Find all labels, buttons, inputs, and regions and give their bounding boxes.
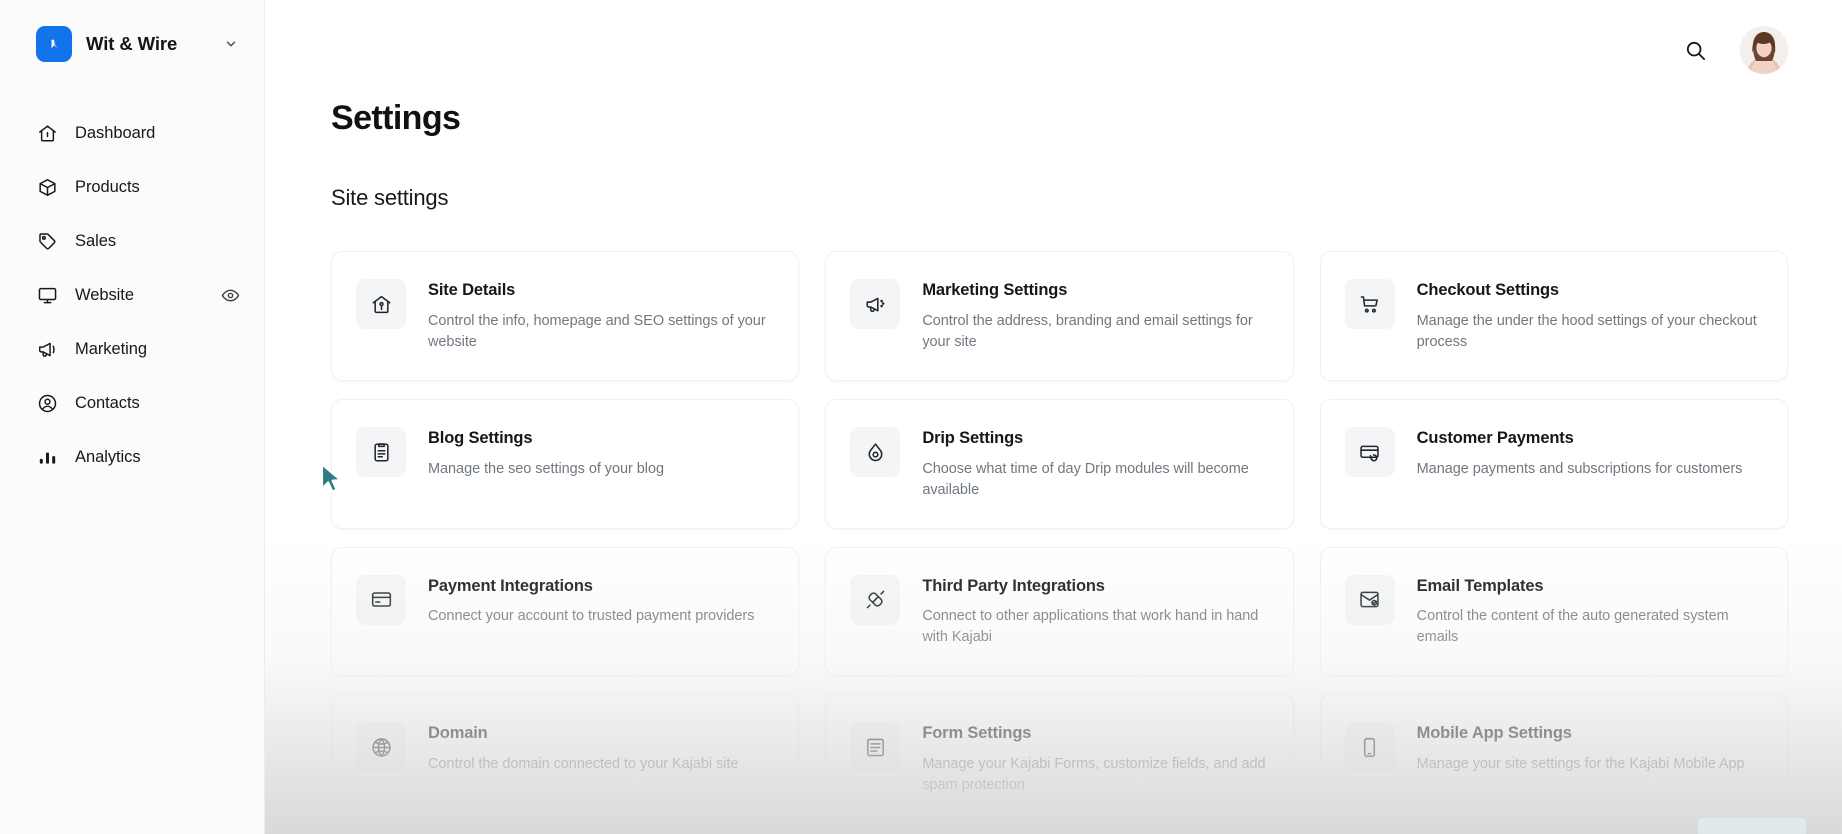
section-title: Site settings xyxy=(331,185,449,211)
sidebar-item-contacts[interactable]: Contacts xyxy=(0,376,264,430)
card-body: Marketing Settings Control the address, … xyxy=(922,279,1266,353)
card-title: Marketing Settings xyxy=(922,281,1068,300)
sidebar-bottom-fade xyxy=(0,594,264,834)
card-body: Payment Integrations Connect your accoun… xyxy=(428,575,772,628)
main-content: Settings Site settings Site Details Cont… xyxy=(265,0,1842,834)
tag-icon xyxy=(36,230,58,252)
card-description: Control the address, branding and email … xyxy=(922,313,1253,351)
sidebar-item-label: Website xyxy=(75,285,134,304)
sidebar: Wit & Wire Dashboard Products Sales Webs… xyxy=(0,0,265,834)
card-title: Third Party Integrations xyxy=(922,576,1105,595)
card-description: Manage the under the hood settings of yo… xyxy=(1416,313,1757,351)
page-title: Settings xyxy=(331,99,461,137)
card-title: Blog Settings xyxy=(428,429,533,448)
settings-card-marketing-settings[interactable]: Marketing Settings Control the address, … xyxy=(825,251,1294,382)
card-description: Manage your site settings for the Kajabi… xyxy=(1416,755,1745,772)
mail-inbox-icon xyxy=(1344,574,1395,625)
sidebar-item-marketing[interactable]: Marketing xyxy=(0,322,264,376)
card-body: Blog Settings Manage the seo settings of… xyxy=(428,427,772,480)
card-description: Manage the seo settings of your blog xyxy=(428,460,664,477)
eye-icon[interactable] xyxy=(220,285,240,305)
sidebar-item-dashboard[interactable]: Dashboard xyxy=(0,106,264,160)
card-body: Domain Control the domain connected to y… xyxy=(428,722,772,775)
card-description: Control the domain connected to your Kaj… xyxy=(428,755,739,772)
card-title: Checkout Settings xyxy=(1416,281,1559,300)
plug-icon xyxy=(850,574,901,625)
house-settings-icon xyxy=(356,279,406,330)
cube-icon xyxy=(36,176,58,198)
kajabi-logo-icon xyxy=(36,26,72,62)
settings-card-checkout-settings[interactable]: Checkout Settings Manage the under the h… xyxy=(1319,251,1788,382)
sidebar-item-analytics[interactable]: Analytics xyxy=(0,430,264,484)
settings-card-mobile-app-settings[interactable]: Mobile App Settings Manage your site set… xyxy=(1319,694,1788,825)
settings-card-form-settings[interactable]: Form Settings Manage your Kajabi Forms, … xyxy=(825,694,1294,825)
brand-name: Wit & Wire xyxy=(86,33,178,54)
card-body: Drip Settings Choose what time of day Dr… xyxy=(922,427,1266,501)
card-body: Mobile App Settings Manage your site set… xyxy=(1417,722,1761,775)
sidebar-item-label: Dashboard xyxy=(75,123,156,142)
card-body: Customer Payments Manage payments and su… xyxy=(1417,427,1761,480)
card-description: Connect to other applications that work … xyxy=(922,608,1259,646)
chat-bubble-icon[interactable] xyxy=(1698,818,1806,834)
card-title: Form Settings xyxy=(922,724,1032,743)
topbar xyxy=(265,0,1842,100)
droplet-icon xyxy=(850,427,901,478)
card-body: Checkout Settings Manage the under the h… xyxy=(1417,279,1761,353)
settings-card-domain[interactable]: Domain Control the domain connected to y… xyxy=(331,694,800,825)
card-description: Connect your account to trusted payment … xyxy=(428,608,755,625)
card-title: Email Templates xyxy=(1416,576,1544,595)
globe-icon xyxy=(356,722,406,773)
app-root: Wit & Wire Dashboard Products Sales Webs… xyxy=(0,0,1842,834)
sidebar-item-sales[interactable]: Sales xyxy=(0,214,264,268)
settings-card-blog-settings[interactable]: Blog Settings Manage the seo settings of… xyxy=(331,399,800,529)
sidebar-item-label: Analytics xyxy=(75,447,141,466)
card-title: Site Details xyxy=(428,281,516,300)
settings-page: Settings Site settings Site Details Cont… xyxy=(265,99,1842,825)
credit-card-icon xyxy=(356,574,406,625)
settings-card-customer-payments[interactable]: Customer Payments Manage payments and su… xyxy=(1319,399,1788,529)
clipboard-icon xyxy=(356,427,406,478)
card-description: Choose what time of day Drip modules wil… xyxy=(922,460,1249,498)
form-list-icon xyxy=(850,722,901,773)
megaphone-icon xyxy=(850,279,901,330)
card-body: Form Settings Manage your Kajabi Forms, … xyxy=(922,722,1266,796)
card-description: Manage payments and subscriptions for cu… xyxy=(1416,460,1743,477)
settings-card-grid: Site Details Control the info, homepage … xyxy=(331,251,1788,825)
settings-card-email-templates[interactable]: Email Templates Control the content of t… xyxy=(1319,546,1788,677)
card-title: Mobile App Settings xyxy=(1416,724,1572,743)
settings-card-payment-integrations[interactable]: Payment Integrations Connect your accoun… xyxy=(331,546,800,677)
chevron-down-icon[interactable] xyxy=(222,35,240,53)
monitor-icon xyxy=(36,284,58,306)
card-description: Control the info, homepage and SEO setti… xyxy=(428,313,766,351)
sidebar-item-products[interactable]: Products xyxy=(0,160,264,214)
card-description: Control the content of the auto generate… xyxy=(1416,608,1729,646)
settings-card-third-party-integrations[interactable]: Third Party Integrations Connect to othe… xyxy=(825,546,1294,677)
card-body: Site Details Control the info, homepage … xyxy=(428,279,772,353)
card-title: Customer Payments xyxy=(1416,429,1574,448)
sidebar-item-label: Marketing xyxy=(75,339,147,358)
user-circle-icon xyxy=(36,392,58,414)
shopping-cart-icon xyxy=(1344,279,1395,330)
mobile-phone-icon xyxy=(1344,722,1395,773)
sidebar-item-website[interactable]: Website xyxy=(0,268,264,322)
megaphone-icon xyxy=(36,338,58,360)
card-title: Domain xyxy=(428,724,488,743)
sidebar-item-label: Products xyxy=(75,177,140,196)
card-body: Email Templates Control the content of t… xyxy=(1417,575,1761,649)
bar-chart-icon xyxy=(36,446,58,468)
sidebar-item-label: Contacts xyxy=(75,393,140,412)
search-icon[interactable] xyxy=(1682,37,1708,63)
sidebar-nav: Dashboard Products Sales Website Marketi… xyxy=(0,106,264,484)
card-title: Payment Integrations xyxy=(428,576,593,595)
home-icon xyxy=(36,122,58,144)
card-body: Third Party Integrations Connect to othe… xyxy=(922,575,1266,649)
avatar[interactable] xyxy=(1740,26,1788,74)
sidebar-item-label: Sales xyxy=(75,231,117,250)
card-title: Drip Settings xyxy=(922,429,1024,448)
settings-card-site-details[interactable]: Site Details Control the info, homepage … xyxy=(331,251,800,382)
settings-card-drip-settings[interactable]: Drip Settings Choose what time of day Dr… xyxy=(825,399,1294,529)
card-description: Manage your Kajabi Forms, customize fiel… xyxy=(922,755,1266,793)
brand-switcher[interactable]: Wit & Wire xyxy=(0,0,264,88)
card-refresh-icon xyxy=(1344,427,1395,478)
